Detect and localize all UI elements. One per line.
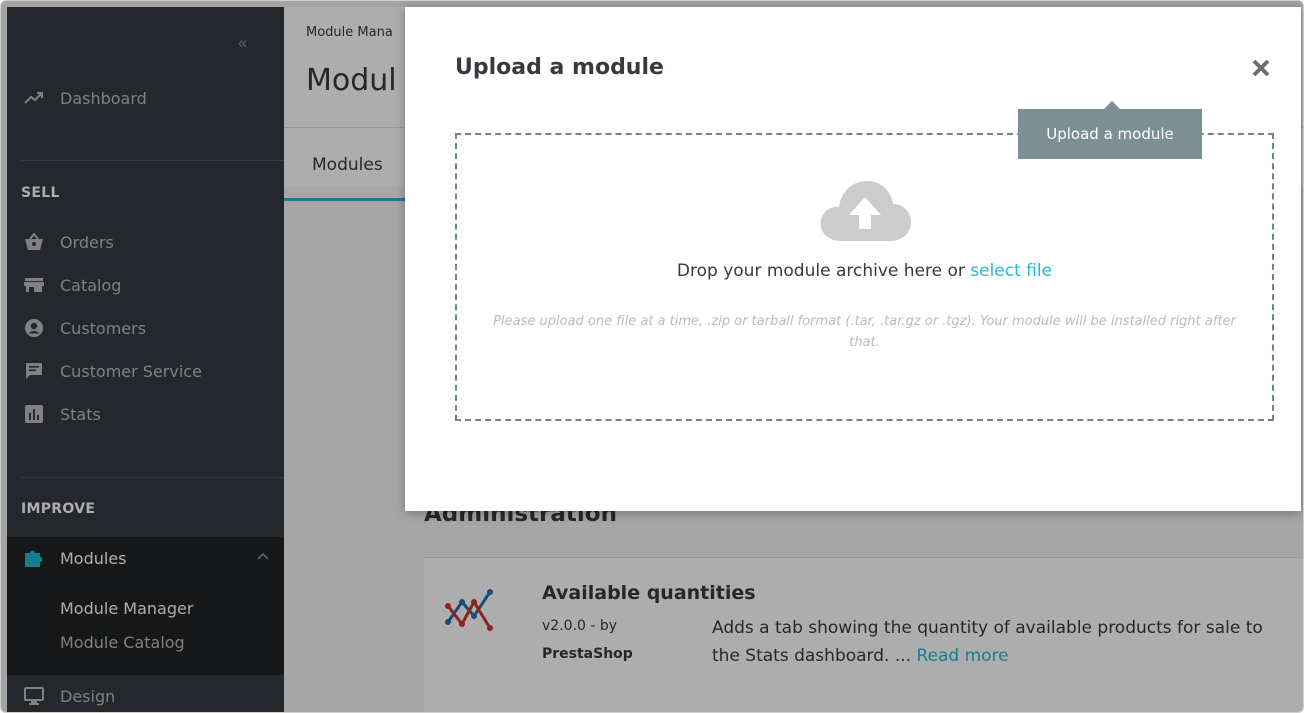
cloud-upload-icon [817,177,913,243]
app-window: « Dashboard SELL Orders Catalog Customer… [0,0,1304,713]
drop-text: Drop your module archive here or [676,261,971,281]
close-icon[interactable] [1248,55,1274,81]
upload-module-modal: Upload a module Drop your module archive… [405,7,1301,511]
upload-tooltip: Upload a module [1018,101,1202,159]
select-file-link[interactable]: select file [970,261,1052,281]
drop-instructions: Drop your module archive here or select … [457,261,1272,281]
file-dropzone[interactable]: Drop your module archive here or select … [455,133,1274,421]
upload-help-text: Please upload one file at a time, .zip o… [493,314,1236,350]
modal-title: Upload a module [455,55,664,80]
